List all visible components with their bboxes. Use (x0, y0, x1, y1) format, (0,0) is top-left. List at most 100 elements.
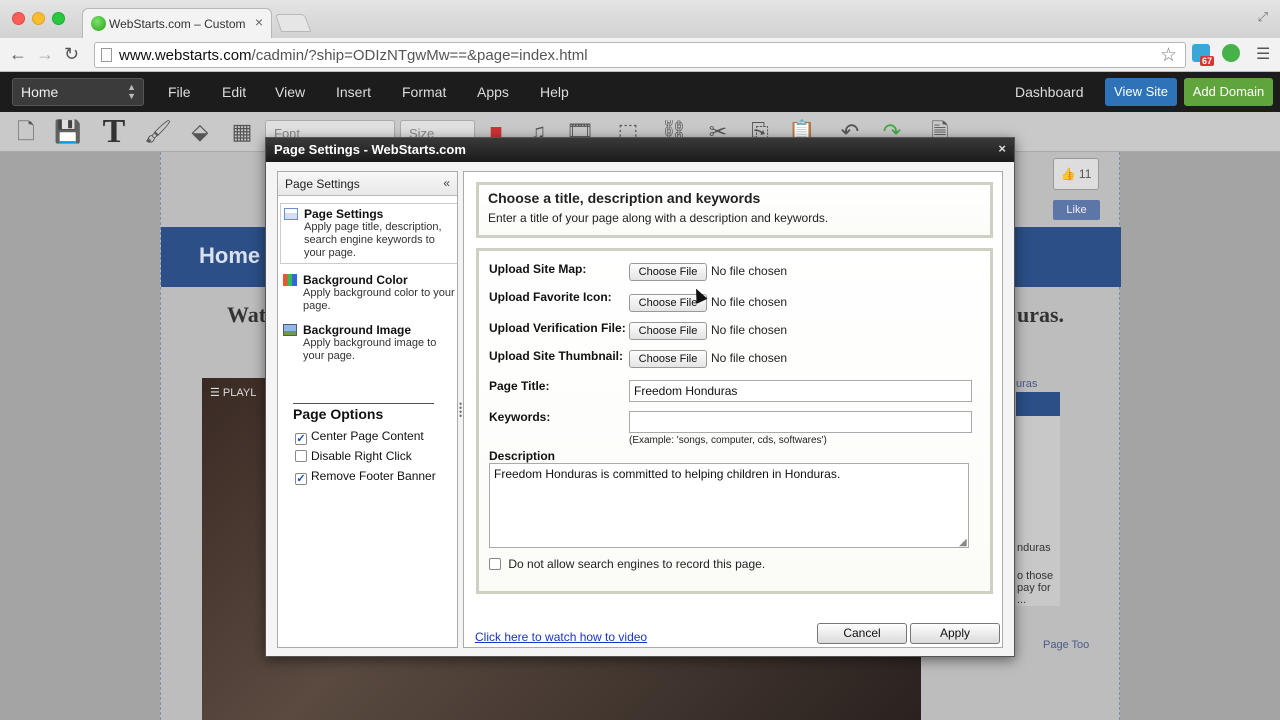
sidebar-item-desc: Apply page title, description, search en… (304, 221, 442, 259)
page-icon (101, 48, 112, 62)
sidebar-link[interactable]: Page Too (1043, 639, 1089, 651)
forward-arrow-icon[interactable]: → (36, 44, 54, 65)
facebook-like-button[interactable]: Like (1053, 200, 1100, 220)
browser-tab-bar: WebStarts.com – Custom W × ⤢ (0, 0, 1280, 38)
dashboard-link[interactable]: Dashboard (1015, 84, 1084, 100)
page-options-title: Page Options (293, 406, 384, 422)
text-tool-icon[interactable]: T (100, 115, 128, 149)
checkbox-label: Do not allow search engines to record th… (508, 557, 766, 571)
menu-insert[interactable]: Insert (336, 84, 371, 100)
sidebar-text: nduras (1017, 542, 1051, 554)
settings-main-panel: Choose a title, description and keywords… (463, 171, 1003, 648)
resize-grip-icon[interactable]: ◢ (959, 537, 967, 548)
grid-icon[interactable]: ▦ (228, 118, 256, 146)
browser-menu-icon[interactable]: ☰ (1256, 44, 1270, 64)
fill-icon[interactable]: ⬙ (186, 118, 214, 146)
menu-edit[interactable]: Edit (222, 84, 246, 100)
menu-file[interactable]: File (168, 84, 191, 100)
no-index-checkbox[interactable]: Do not allow search engines to record th… (489, 557, 765, 571)
app-menu-bar: Home ▲ ▼ File Edit View Insert Format App… (0, 72, 1280, 112)
tab-close-icon[interactable]: × (255, 14, 263, 30)
site-nav-home[interactable]: Home (199, 243, 260, 269)
description-textarea[interactable]: Freedom Honduras is committed to helping… (489, 463, 969, 548)
thumbnail-choose-file-button[interactable]: Choose File (629, 350, 707, 368)
keywords-input[interactable] (629, 411, 972, 433)
sidebar-item-label: Background Image (303, 323, 412, 337)
browser-tab[interactable]: WebStarts.com – Custom W × (82, 8, 272, 38)
section-title: Choose a title, description and keywords (488, 190, 761, 206)
view-site-button[interactable]: View Site (1105, 78, 1177, 106)
sidebar-item-label: Page Settings (304, 207, 384, 221)
how-to-video-link[interactable]: Click here to watch how to video (475, 630, 647, 644)
address-bar[interactable]: www.webstarts.com/cadmin/?ship=ODIzNTgwM… (94, 42, 1186, 68)
settings-nav-panel: Page Settings « Page Settings Apply page… (277, 171, 458, 648)
page-select-value: Home (21, 84, 59, 100)
checkbox-label: Center Page Content (311, 429, 424, 443)
extension-evernote-icon[interactable] (1222, 44, 1240, 62)
favicon-label: Upload Favorite Icon: (489, 290, 612, 304)
menu-view[interactable]: View (275, 84, 305, 100)
checkbox-label: Remove Footer Banner (311, 469, 436, 483)
url-text[interactable]: www.webstarts.com/cadmin/?ship=ODIzNTgwM… (119, 47, 588, 64)
menu-format[interactable]: Format (402, 84, 446, 100)
verification-choose-file-button[interactable]: Choose File (629, 322, 707, 340)
add-domain-button[interactable]: Add Domain (1184, 78, 1273, 106)
webstarts-favicon-icon (91, 16, 106, 31)
checkbox-icon[interactable]: ✓ (295, 473, 307, 485)
apply-button[interactable]: Apply (910, 623, 1000, 644)
dialog-close-icon[interactable]: × (998, 141, 1006, 156)
center-page-content-checkbox[interactable]: ✓ Center Page Content (295, 429, 424, 445)
sidebar-text: o those (1017, 570, 1054, 582)
remove-footer-banner-checkbox[interactable]: ✓ Remove Footer Banner (295, 469, 436, 485)
bookmark-star-icon[interactable]: ☆ (1160, 44, 1177, 67)
site-map-label: Upload Site Map: (489, 262, 587, 276)
cancel-button[interactable]: Cancel (817, 623, 907, 644)
new-tab-button[interactable] (274, 14, 312, 32)
page-settings-icon (284, 208, 298, 220)
sidebar-item-desc: Apply background color to your page. (303, 287, 455, 312)
checkbox-icon[interactable]: ✓ (295, 433, 307, 445)
verification-label: Upload Verification File: (489, 321, 626, 335)
disable-right-click-checkbox[interactable]: Disable Right Click (295, 449, 412, 463)
page-title-label: Page Title: (489, 379, 550, 393)
sidebar-item-background-color[interactable]: Background Color Apply background color … (280, 270, 457, 316)
close-window-button[interactable] (12, 12, 25, 25)
checkbox-icon[interactable] (489, 558, 501, 570)
dialog-title-bar[interactable]: Page Settings - WebStarts.com × (266, 138, 1014, 162)
new-page-icon[interactable]: 🗋 (12, 118, 40, 146)
browser-toolbar: ← → ↻ www.webstarts.com/cadmin/?ship=ODI… (0, 38, 1280, 72)
maximize-window-button[interactable] (52, 12, 65, 25)
sidebar-header (1016, 392, 1060, 416)
select-arrows-icon: ▲ ▼ (127, 82, 136, 101)
verification-file-status: No file chosen (711, 323, 788, 337)
page-select[interactable]: Home ▲ ▼ (12, 78, 144, 106)
tab-title: WebStarts.com – Custom W (109, 17, 249, 31)
section-header-box: Choose a title, description and keywords… (476, 182, 993, 238)
brush-icon[interactable]: 🖌 (144, 118, 172, 146)
minimize-window-button[interactable] (32, 12, 45, 25)
menu-apps[interactable]: Apps (477, 84, 509, 100)
fullscreen-icon[interactable]: ⤢ (1258, 9, 1268, 25)
page-title-input[interactable] (629, 380, 972, 402)
back-arrow-icon[interactable]: ← (9, 44, 27, 65)
menu-help[interactable]: Help (540, 84, 569, 100)
video-playlist-label[interactable]: ☰ PLAYL (210, 386, 256, 399)
site-map-choose-file-button[interactable]: Choose File (629, 263, 707, 281)
like-count: 11 (1078, 167, 1092, 181)
site-map-file-status: No file chosen (711, 264, 788, 278)
sidebar-item-desc: Apply background image to your page. (303, 337, 437, 362)
keywords-label: Keywords: (489, 410, 551, 424)
save-icon[interactable]: 💾 (54, 118, 82, 146)
like-count-box: 👍 11 (1053, 158, 1099, 190)
checkbox-icon[interactable] (295, 450, 307, 462)
palette-icon (283, 274, 297, 286)
panel-splitter-handle[interactable]: • • • • (459, 400, 462, 421)
reload-icon[interactable]: ↻ (64, 44, 79, 65)
image-icon (283, 324, 297, 336)
thumbnail-file-status: No file chosen (711, 351, 788, 365)
collapse-icon[interactable]: « (443, 176, 450, 190)
sidebar-item-page-settings[interactable]: Page Settings Apply page title, descript… (280, 203, 457, 264)
divider (293, 403, 434, 404)
sidebar-item-background-image[interactable]: Background Image Apply background image … (280, 320, 457, 366)
favicon-file-status: No file chosen (711, 295, 788, 309)
